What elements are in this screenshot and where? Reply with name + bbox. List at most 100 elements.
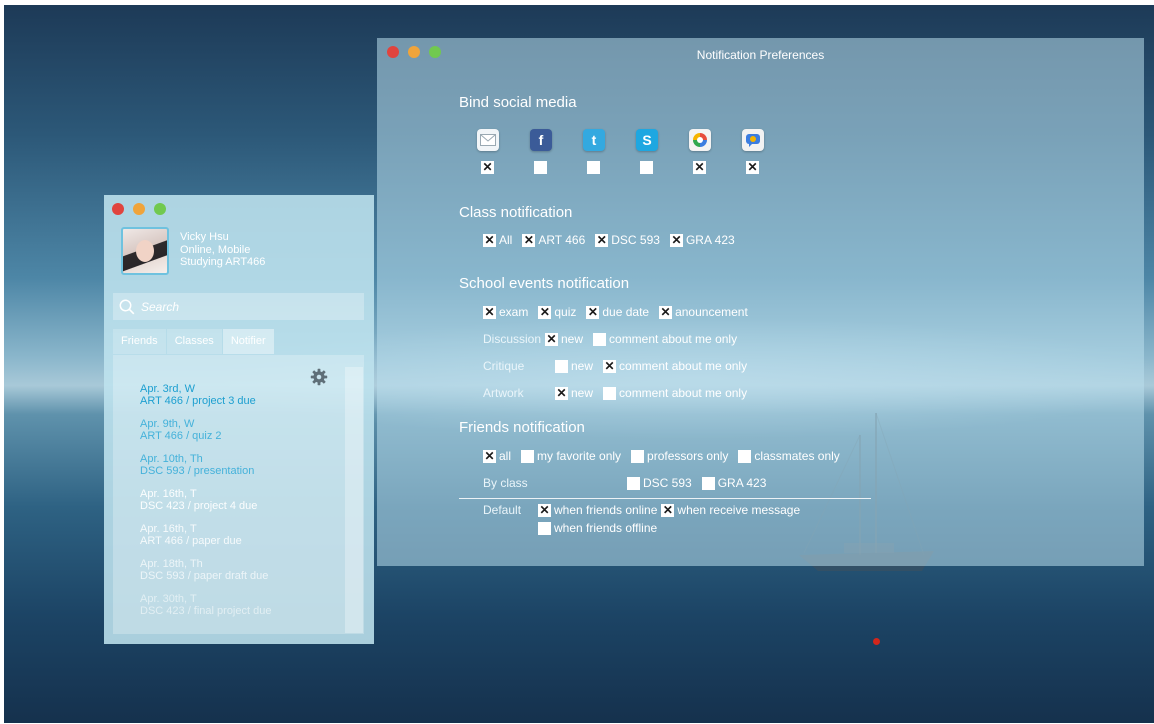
window-controls [112,203,166,215]
by-class-label: By class [483,476,528,490]
critique-row: Critique new ✕ comment about me only [483,359,757,373]
default-offline-row: when friends offline [538,521,667,535]
checkbox[interactable]: ✕ [538,503,551,517]
list-item[interactable]: Apr. 10th, Th DSC 593 / presentation [140,453,271,477]
checkbox[interactable]: ✕ [483,449,496,463]
checkbox[interactable]: ✕ [538,305,552,319]
checkbox[interactable] [603,386,617,400]
friends-classmates-option[interactable]: classmates only [738,449,840,463]
divider [459,498,871,499]
checkbox[interactable]: ✕ [522,233,536,247]
by-class-dsc593-option[interactable]: DSC 593 [627,476,692,490]
checkbox[interactable] [631,449,645,463]
artwork-label: Artwork [483,386,524,400]
twitter-icon[interactable]: t [583,129,605,151]
red-buoy [873,638,880,645]
event-quiz-option[interactable]: ✕ quiz [538,305,576,319]
twitter-checkbox[interactable] [587,161,600,174]
event-announcement-option[interactable]: ✕ anouncement [659,305,748,319]
window-title: Notification Preferences [696,48,825,62]
skype-checkbox[interactable] [640,161,653,174]
social-google-talk: ✕ [742,129,795,174]
search-input[interactable] [141,299,351,314]
tab-friends[interactable]: Friends [113,329,166,354]
friends-favorite-option[interactable]: my favorite only [521,449,621,463]
artwork-comment-option[interactable]: comment about me only [603,386,747,400]
facebook-icon[interactable]: f [530,129,552,151]
checkbox[interactable]: ✕ [595,233,609,247]
checkbox[interactable] [627,476,640,490]
discussion-comment-option[interactable]: comment about me only [593,332,737,346]
checkbox[interactable]: ✕ [586,305,600,319]
checkbox[interactable] [555,359,568,373]
checkbox[interactable] [738,449,752,463]
list-item[interactable]: Apr. 3rd, W ART 466 / project 3 due [140,383,271,407]
checkbox[interactable]: ✕ [483,305,496,319]
search-bar[interactable] [113,293,364,320]
checkbox[interactable]: ✕ [661,503,675,517]
scrollbar[interactable] [345,367,363,633]
zoom-button[interactable] [154,203,166,215]
default-row: Default ✕ when friends online ✕ when recei… [483,503,810,517]
social-mail: ✕ [477,129,530,174]
friends-all-option[interactable]: ✕ all [483,449,511,463]
discussion-new-option[interactable]: ✕ new [545,332,583,346]
notification-preferences-window: Notification Preferences Bind social med… [377,38,1144,566]
list-item[interactable]: Apr. 16th, T DSC 423 / project 4 due [140,488,271,512]
default-online-option[interactable]: ✕ when friends online [538,503,657,517]
class-art466-option[interactable]: ✕ ART 466 [522,233,585,247]
list-item[interactable]: Apr. 18th, Th DSC 593 / paper draft due [140,558,271,582]
artwork-row: Artwork ✕ new comment about me only [483,386,757,400]
user-activity: Studying ART466 [180,256,266,268]
social-twitter: t [583,129,636,174]
by-class-gra423-option[interactable]: GRA 423 [701,476,766,490]
checkbox[interactable]: ✕ [669,233,683,247]
class-all-option[interactable]: ✕ All [483,233,512,247]
artwork-new-option[interactable]: ✕ new [555,386,593,400]
contacts-window: Vicky Hsu Online, Mobile Studying ART466… [104,195,374,644]
class-gra423-option[interactable]: ✕ GRA 423 [669,233,735,247]
google-talk-checkbox[interactable]: ✕ [746,161,759,174]
checkbox[interactable]: ✕ [659,305,673,319]
event-exam-option[interactable]: ✕ exam [483,305,528,319]
critique-comment-option[interactable]: ✕ comment about me only [603,359,747,373]
checkbox[interactable] [521,449,535,463]
avatar[interactable] [121,227,169,275]
gear-icon[interactable] [310,368,328,386]
picasa-checkbox[interactable]: ✕ [693,161,706,174]
event-due-date-option[interactable]: ✕ due date [586,305,649,319]
discussion-row: Discussion ✕ new comment about me only [483,332,747,346]
close-button[interactable] [112,203,124,215]
picasa-icon[interactable] [689,129,711,151]
notification-list: Apr. 3rd, W ART 466 / project 3 due Apr.… [140,383,271,628]
minimize-button[interactable] [133,203,145,215]
class-dsc593-option[interactable]: ✕ DSC 593 [595,233,660,247]
user-status: Online, Mobile [180,243,251,256]
checkbox[interactable]: ✕ [483,233,496,247]
tab-notifier[interactable]: Notifier [222,329,274,354]
skype-icon[interactable]: S [636,129,658,151]
tab-classes[interactable]: Classes [166,329,222,354]
critique-new-option[interactable]: new [555,359,593,373]
checkbox[interactable] [701,476,715,490]
default-message-option[interactable]: ✕ when receive message [661,503,800,517]
default-offline-option[interactable]: when friends offline [538,521,657,535]
checkbox[interactable] [538,521,551,535]
checkbox[interactable]: ✕ [603,359,617,373]
mail-checkbox[interactable]: ✕ [481,161,494,174]
friends-professors-option[interactable]: professors only [631,449,728,463]
social-media-list: ✕ f t S ✕ ✕ [477,129,795,174]
list-item[interactable]: Apr. 9th, W ART 466 / quiz 2 [140,418,271,442]
social-facebook: f [530,129,583,174]
social-skype: S [636,129,689,174]
checkbox[interactable]: ✕ [545,332,558,346]
list-item[interactable]: Apr. 30th, T DSC 423 / final project due [140,593,271,617]
friends-notification-heading: Friends notification [459,419,585,436]
by-class-row: By class DSC 593 GRA 423 [483,476,776,490]
list-item[interactable]: Apr. 16th, T ART 466 / paper due [140,523,271,547]
checkbox[interactable]: ✕ [555,386,568,400]
facebook-checkbox[interactable] [534,161,547,174]
google-talk-icon[interactable] [742,129,764,151]
mail-icon[interactable] [477,129,499,151]
checkbox[interactable] [593,332,607,346]
